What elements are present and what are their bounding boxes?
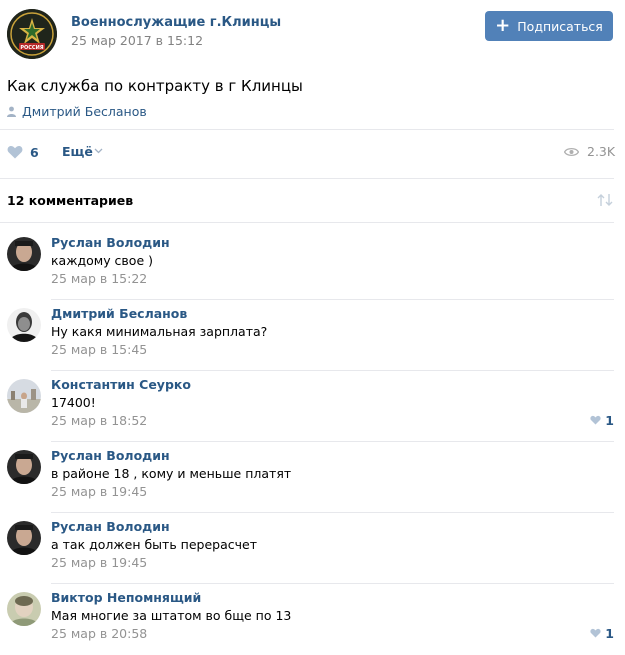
comment-author-link[interactable]: Руслан Володин xyxy=(51,448,170,463)
avatar[interactable] xyxy=(7,308,41,342)
comment-like-button[interactable]: 1 xyxy=(590,626,614,641)
avatar[interactable] xyxy=(7,379,41,413)
avatar[interactable] xyxy=(7,237,41,271)
comment-text: а так должен быть перерасчет xyxy=(51,537,257,552)
comment-text: 17400! xyxy=(51,395,96,410)
subscribe-label: Подписаться xyxy=(517,18,603,34)
svg-text:РОССИЯ: РОССИЯ xyxy=(20,45,43,51)
comment-item: Виктор Непомнящий Мая многие за штатом в… xyxy=(7,584,614,655)
comment-text: каждому свое ) xyxy=(51,253,153,268)
avatar-photo-icon xyxy=(7,592,41,626)
comment-like-count: 1 xyxy=(605,413,614,428)
avatar-photo-icon xyxy=(7,308,41,342)
comment-text: в районе 18 , кому и меньше платят xyxy=(51,466,292,481)
comment-date[interactable]: 25 мар в 19:45 xyxy=(51,484,147,499)
comment-author-link[interactable]: Руслан Володин xyxy=(51,519,170,534)
subscribe-button[interactable]: + Подписаться xyxy=(485,11,613,41)
comment-date[interactable]: 25 мар в 18:52 xyxy=(51,413,147,428)
post-page: РОССИЯ Военнослужащие г.Клинцы 25 мар 20… xyxy=(0,0,625,647)
plus-icon: + xyxy=(495,15,511,36)
comment-item: Руслан Володин каждому свое ) 25 мар в 1… xyxy=(7,229,614,300)
comment-author-link[interactable]: Дмитрий Бесланов xyxy=(51,306,187,321)
post-author-name: Дмитрий Бесланов xyxy=(22,104,147,119)
comment-text: Ну какя минимальная зарплата? xyxy=(51,324,268,339)
divider xyxy=(0,222,614,223)
comment-item: Константин Сеурко 17400! 25 мар в 18:52 … xyxy=(7,371,614,442)
comment-like-count: 1 xyxy=(605,626,614,641)
group-avatar[interactable]: РОССИЯ xyxy=(7,9,57,59)
comment-date[interactable]: 25 мар в 19:45 xyxy=(51,555,147,570)
comment-like-button[interactable]: 1 xyxy=(590,413,614,428)
likes-count[interactable]: 6 xyxy=(30,145,39,160)
more-button[interactable]: Ещё xyxy=(62,144,93,159)
avatar[interactable] xyxy=(7,592,41,626)
comment-author-link[interactable]: Руслан Володин xyxy=(51,235,170,250)
group-name-link[interactable]: Военнослужащие г.Клинцы xyxy=(71,15,281,30)
comments-count: 12 комментариев xyxy=(7,193,134,208)
comment-item: Дмитрий Бесланов Ну какя минимальная зар… xyxy=(7,300,614,371)
heart-icon[interactable] xyxy=(7,145,23,159)
post-text: Как служба по контракту в г Клинцы xyxy=(7,77,303,95)
divider xyxy=(0,178,614,179)
comment-item: Руслан Володин а так должен быть перерас… xyxy=(7,513,614,584)
avatar-photo-icon xyxy=(7,237,41,271)
comment-item: Руслан Володин в районе 18 , кому и мень… xyxy=(7,442,614,513)
comment-date[interactable]: 25 мар в 20:58 xyxy=(51,626,147,641)
comment-author-link[interactable]: Константин Сеурко xyxy=(51,377,191,392)
avatar[interactable] xyxy=(7,521,41,555)
comment-date[interactable]: 25 мар в 15:22 xyxy=(51,271,147,286)
heart-icon xyxy=(590,628,601,638)
heart-icon xyxy=(590,415,601,425)
post-author-link[interactable]: Дмитрий Бесланов xyxy=(7,104,147,119)
post-date[interactable]: 25 мар 2017 в 15:12 xyxy=(71,33,203,48)
person-icon xyxy=(7,106,16,117)
avatar[interactable] xyxy=(7,450,41,484)
comment-date[interactable]: 25 мар в 15:45 xyxy=(51,342,147,357)
avatar-photo-icon xyxy=(7,450,41,484)
comment-author-link[interactable]: Виктор Непомнящий xyxy=(51,590,201,605)
eye-icon xyxy=(564,147,579,157)
post-header: РОССИЯ Военнослужащие г.Клинцы 25 мар 20… xyxy=(7,9,618,61)
comment-text: Мая многие за штатом во бще по 13 xyxy=(51,608,292,623)
avatar-photo-icon xyxy=(7,521,41,555)
army-emblem-icon: РОССИЯ xyxy=(7,9,57,59)
avatar-photo-icon xyxy=(7,379,41,413)
sort-icon[interactable] xyxy=(597,193,613,207)
chevron-down-icon[interactable] xyxy=(94,148,103,154)
views-count: 2.3K xyxy=(587,144,616,159)
post-actions: 6 Ещё 2.3K xyxy=(7,144,616,162)
divider xyxy=(0,129,614,130)
